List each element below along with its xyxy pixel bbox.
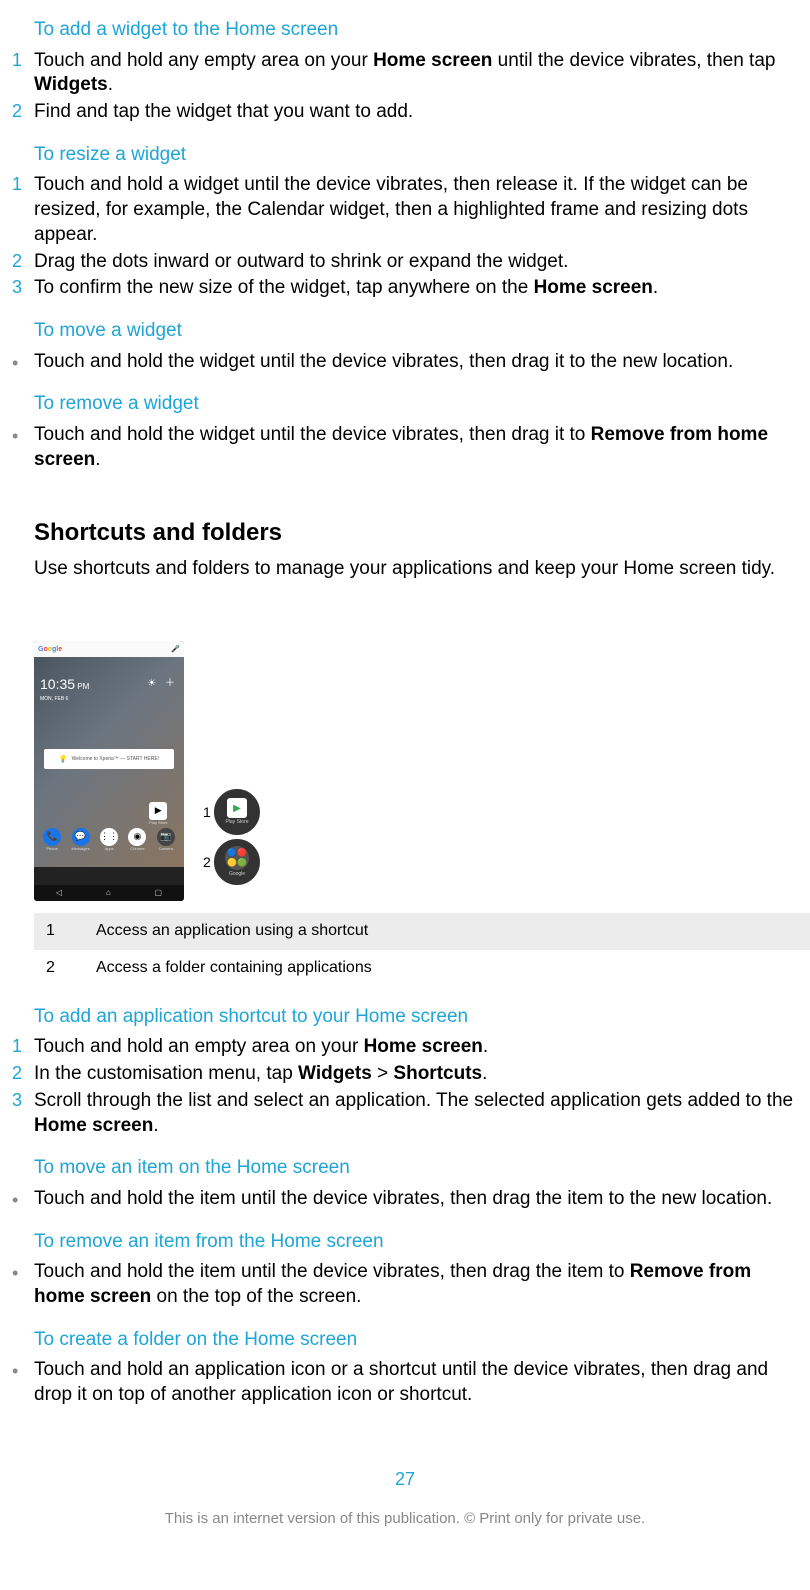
phone-app-row-upper: ▶ Play Store [34, 802, 184, 825]
heading-create-folder: To create a folder on the Home screen [34, 1328, 798, 1353]
figure-callout-2: 2 🔵🔴🟡🟢 Google [214, 839, 260, 885]
phone-wallpaper: 10:35 PM MON, FEB 6 ☀ ＋ Welcome to Xperi… [34, 657, 184, 867]
bullet-text: Touch and hold the widget until the devi… [34, 350, 798, 375]
step: 1 Touch and hold any empty area on your … [12, 49, 798, 98]
bullet-marker: • [12, 423, 34, 445]
footer-text: This is an internet version of this publ… [12, 1509, 798, 1529]
heading-remove-widget: To remove a widget [34, 392, 798, 417]
heading-add-shortcut: To add an application shortcut to your H… [34, 1005, 798, 1030]
bullet-marker: • [12, 1358, 34, 1380]
step-number: 1 [12, 173, 34, 196]
apps-icon: ⋮⋮ [100, 828, 118, 846]
callout-marker: 1 [203, 803, 211, 821]
legend-num: 2 [46, 958, 96, 979]
bullet: • Touch and hold the item until the devi… [12, 1187, 798, 1212]
step-text: Scroll through the list and select an ap… [34, 1089, 798, 1138]
messages-icon: 💬 [72, 828, 90, 846]
phone-widget-icons: ☀ ＋ [147, 677, 178, 690]
step: 1 Touch and hold a widget until the devi… [12, 173, 798, 247]
nav-back-icon: ◁ [56, 888, 62, 898]
step: 2 Find and tap the widget that you want … [12, 100, 798, 125]
step-number: 2 [12, 100, 34, 123]
step-text: Drag the dots inward or outward to shrin… [34, 250, 798, 275]
nav-recent-icon: ▢ [155, 888, 163, 898]
step-text: Touch and hold a widget until the device… [34, 173, 798, 247]
heading-move-widget: To move a widget [34, 319, 798, 344]
heading-shortcuts-folders: Shortcuts and folders [34, 517, 798, 548]
camera-icon: 📷 [157, 828, 175, 846]
phone-clock: 10:35 PM MON, FEB 6 [40, 675, 89, 704]
phone-app-dock: 📞Phone 💬Messages ⋮⋮Apps ◉Chrome 📷Camera [34, 828, 184, 851]
mic-icon: 🎤 [171, 645, 180, 654]
bullet-marker: • [12, 350, 34, 372]
bullet: • Touch and hold an application icon or … [12, 1358, 798, 1407]
body-text: Use shortcuts and folders to manage your… [34, 557, 798, 582]
step-text: Touch and hold an empty area on your Hom… [34, 1035, 798, 1060]
step: 2 In the customisation menu, tap Widgets… [12, 1062, 798, 1087]
step-number: 3 [12, 276, 34, 299]
callout-marker: 2 [203, 853, 211, 871]
step-text: Touch and hold any empty area on your Ho… [34, 49, 798, 98]
step-text: In the customisation menu, tap Widgets >… [34, 1062, 798, 1087]
page-number: 27 [12, 1468, 798, 1491]
step: 3 To confirm the new size of the widget,… [12, 276, 798, 301]
step-text: Find and tap the widget that you want to… [34, 100, 798, 125]
legend-text: Access an application using a shortcut [96, 921, 368, 942]
heading-remove-item: To remove an item from the Home screen [34, 1230, 798, 1255]
heading-add-widget: To add a widget to the Home screen [34, 18, 798, 43]
bullet-text: Touch and hold an application icon or a … [34, 1358, 798, 1407]
play-store-icon [227, 798, 247, 818]
phone-mock: Google 🎤 10:35 PM MON, FEB 6 ☀ ＋ Welcome… [34, 641, 184, 901]
step: 1 Touch and hold an empty area on your H… [12, 1035, 798, 1060]
step-number: 2 [12, 250, 34, 273]
bullet-marker: • [12, 1260, 34, 1282]
step-number: 2 [12, 1062, 34, 1085]
bullet-text: Touch and hold the item until the device… [34, 1187, 798, 1212]
bullet: • Touch and hold the widget until the de… [12, 423, 798, 472]
step: 3 Scroll through the list and select an … [12, 1089, 798, 1138]
phone-nav-bar: ◁ ⌂ ▢ [34, 885, 184, 901]
nav-home-icon: ⌂ [106, 888, 111, 898]
heading-resize-widget: To resize a widget [34, 143, 798, 168]
step-number: 1 [12, 49, 34, 72]
legend-row: 2 Access a folder containing application… [34, 950, 810, 987]
phone-search-bar: Google 🎤 [34, 641, 184, 657]
legend-text: Access a folder containing applications [96, 958, 372, 979]
bullet-marker: • [12, 1187, 34, 1209]
legend-num: 1 [46, 921, 96, 942]
play-store-icon: ▶ [149, 802, 167, 820]
google-logo-icon: Google [38, 645, 62, 654]
bullet: • Touch and hold the item until the devi… [12, 1260, 798, 1309]
step-number: 3 [12, 1089, 34, 1112]
bullet: • Touch and hold the widget until the de… [12, 350, 798, 375]
bullet-text: Touch and hold the widget until the devi… [34, 423, 798, 472]
phone-icon: 📞 [43, 828, 61, 846]
figure-home-screen: Google 🎤 10:35 PM MON, FEB 6 ☀ ＋ Welcome… [34, 641, 264, 901]
step-number: 1 [12, 1035, 34, 1058]
chrome-icon: ◉ [128, 828, 146, 846]
heading-move-item: To move an item on the Home screen [34, 1156, 798, 1181]
google-folder-icon: 🔵🔴🟡🟢 [225, 846, 249, 870]
step-text: To confirm the new size of the widget, t… [34, 276, 798, 301]
phone-welcome-card: Welcome to Xperia™ — START HERE! [44, 749, 174, 769]
legend-row: 1 Access an application using a shortcut [34, 913, 810, 950]
figure-callout-1: 1 Play Store [214, 789, 260, 835]
figure-legend: 1 Access an application using a shortcut… [34, 913, 810, 987]
step: 2 Drag the dots inward or outward to shr… [12, 250, 798, 275]
bullet-text: Touch and hold the item until the device… [34, 1260, 798, 1309]
